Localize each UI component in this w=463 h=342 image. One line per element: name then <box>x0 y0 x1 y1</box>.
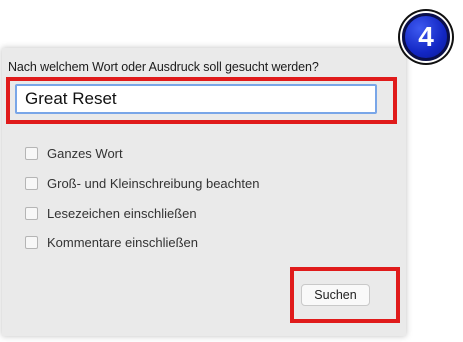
search-field-highlight <box>6 77 397 124</box>
step-number-badge: 4 <box>402 13 450 61</box>
option-whole-word-label: Ganzes Wort <box>47 146 123 161</box>
option-include-comments[interactable]: Kommentare einschließen <box>25 235 198 250</box>
search-button-highlight <box>290 267 400 323</box>
option-include-comments-label: Kommentare einschließen <box>47 235 199 250</box>
checkbox-whole-word[interactable] <box>25 147 38 160</box>
checkbox-include-comments[interactable] <box>25 236 38 249</box>
checkbox-match-case[interactable] <box>25 177 38 190</box>
option-match-case[interactable]: Groß- und Kleinschreibung beachten <box>25 176 259 191</box>
option-match-case-label: Groß- und Kleinschreibung beachten <box>47 176 260 191</box>
option-include-bookmarks-label: Lesezeichen einschließen <box>47 206 197 221</box>
option-include-bookmarks[interactable]: Lesezeichen einschließen <box>25 206 197 221</box>
search-prompt-label: Nach welchem Wort oder Ausdruck soll ges… <box>8 60 319 74</box>
checkbox-include-bookmarks[interactable] <box>25 207 38 220</box>
option-whole-word[interactable]: Ganzes Wort <box>25 146 123 161</box>
